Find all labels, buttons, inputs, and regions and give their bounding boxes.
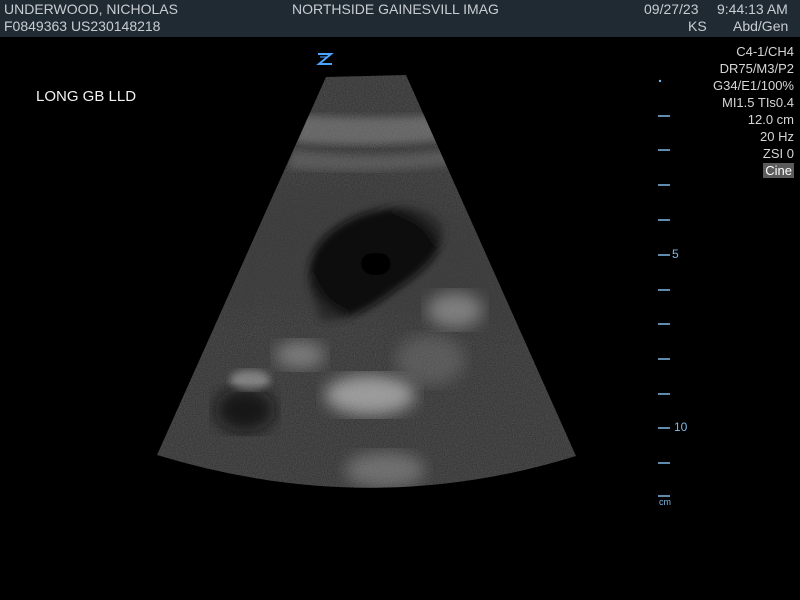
- depth-unit-label: cm: [659, 497, 671, 507]
- depth-label-10: 10: [674, 420, 688, 434]
- ruler-ticks: [658, 115, 670, 497]
- depth-label-5: 5: [672, 247, 679, 261]
- depth-ruler: [658, 79, 670, 497]
- ruler-origin-dot: [658, 79, 662, 83]
- ultrasound-screen: UNDERWOOD, NICHOLAS F0849363 US230148218…: [0, 0, 800, 600]
